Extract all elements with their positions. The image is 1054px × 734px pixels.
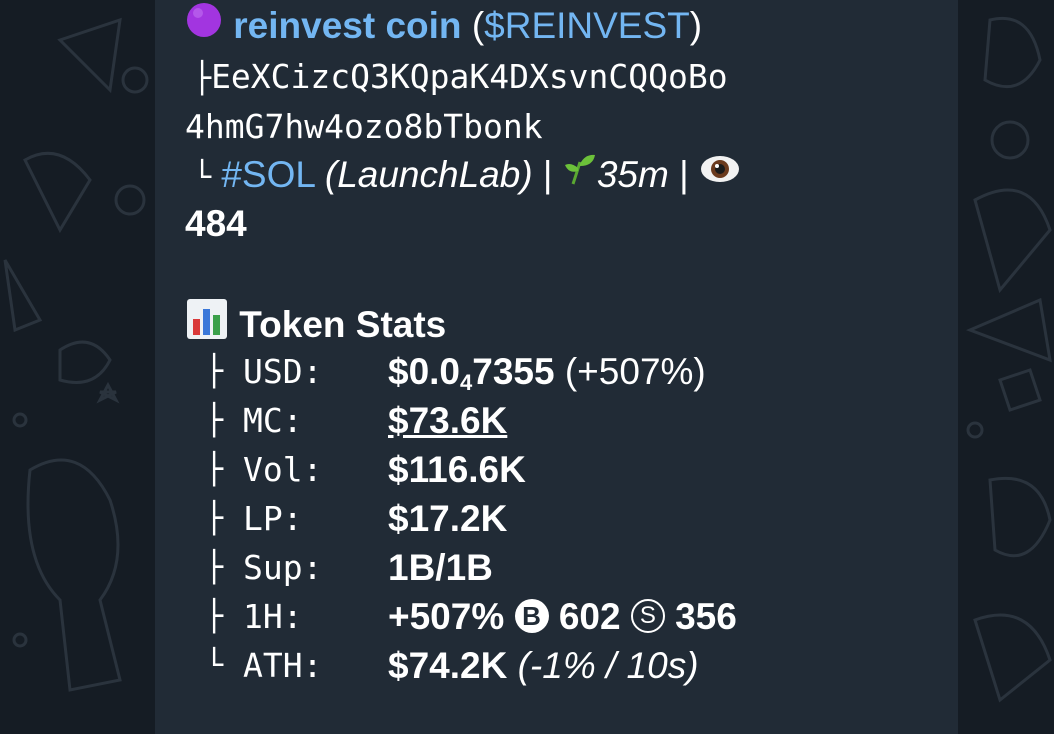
sells-count: 356 bbox=[675, 596, 737, 637]
address-line-2: 4hmG7hw4ozo8bTbonk bbox=[185, 104, 543, 149]
stat-label: ATH: bbox=[243, 646, 323, 685]
ticker-open: ( bbox=[471, 5, 485, 46]
tree-branch: ├ bbox=[205, 501, 224, 536]
contract-address-part1[interactable]: EeXCizcQ3KQpaK4DXsvnCQQoBo bbox=[211, 57, 728, 96]
tree-end: └ bbox=[193, 160, 212, 195]
token-stats-header: Token Stats bbox=[185, 297, 447, 354]
contract-address-part2[interactable]: 4hmG7hw4ozo8bTbonk bbox=[185, 107, 543, 146]
stat-label: USD: bbox=[243, 352, 323, 391]
ticker-close: ) bbox=[689, 5, 703, 46]
stat-label: Sup: bbox=[243, 548, 323, 587]
ath-note: (-1% / 10s) bbox=[517, 645, 699, 686]
chain-hashtag-link[interactable]: #SOL bbox=[221, 154, 314, 195]
bar-chart-icon bbox=[185, 297, 229, 351]
purple-circle-icon bbox=[185, 1, 223, 49]
age-label: 35m bbox=[596, 154, 669, 195]
ticker-link[interactable]: $REINVEST bbox=[484, 5, 690, 46]
tree-end: └ bbox=[205, 648, 224, 683]
stat-value-1h: +507% B 602 S 356 bbox=[388, 595, 737, 639]
seedling-icon bbox=[563, 152, 597, 196]
tree-branch: ├ bbox=[205, 550, 224, 585]
stat-value: $17.2K bbox=[388, 498, 508, 539]
tree-branch: ├ bbox=[193, 61, 212, 96]
buy-circle-icon: B bbox=[514, 599, 549, 634]
sell-circle-icon: S bbox=[630, 599, 665, 634]
change-1h: +507% bbox=[388, 596, 505, 637]
tree-branch: ├ bbox=[205, 354, 224, 389]
tree-branch: ├ bbox=[205, 452, 224, 487]
stat-value-ath: $74.2K (-1% / 10s) bbox=[388, 645, 699, 686]
separator: | bbox=[542, 154, 553, 195]
launchpad-label: (LaunchLab) bbox=[324, 154, 533, 195]
coin-name-link[interactable]: reinvest coin bbox=[233, 5, 461, 46]
tree-branch: ├ bbox=[205, 403, 224, 438]
chain-info-line: └ #SOL (LaunchLab) | 35m | bbox=[193, 153, 741, 200]
tree-branch: ├ bbox=[205, 599, 224, 634]
stat-label: 1H: bbox=[243, 597, 303, 636]
stat-value-usd: $0.047355 (+507%) bbox=[388, 351, 706, 395]
separator: | bbox=[679, 154, 689, 195]
stat-label: MC: bbox=[243, 401, 303, 440]
stat-label: LP: bbox=[243, 499, 303, 538]
token-stats-title: Token Stats bbox=[239, 303, 447, 345]
eye-icon bbox=[699, 152, 741, 196]
buys-count: 602 bbox=[558, 596, 621, 637]
token-title-line: reinvest coin ($REINVEST) bbox=[185, 1, 703, 52]
stat-value: $116.6K bbox=[388, 449, 526, 490]
views-count: 484 bbox=[185, 203, 247, 244]
stat-value: 1B/1B bbox=[388, 547, 493, 588]
market-cap-link[interactable]: $73.6K bbox=[388, 399, 507, 443]
address-line-1: ├EeXCizcQ3KQpaK4DXsvnCQQoBo bbox=[193, 54, 728, 101]
stat-label: Vol: bbox=[243, 450, 323, 489]
